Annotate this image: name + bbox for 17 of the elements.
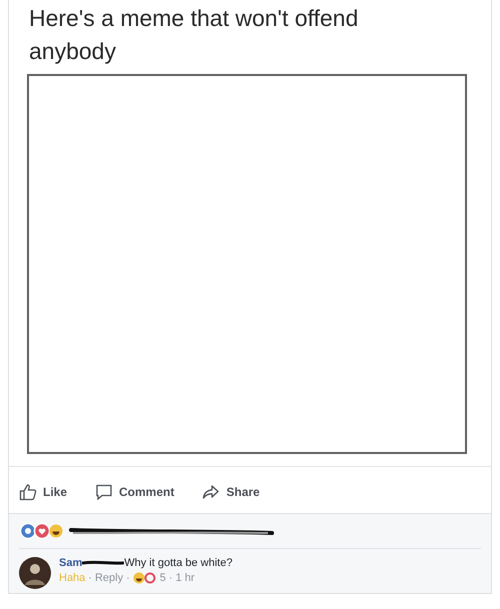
separator-dot: · — [168, 572, 173, 584]
thumbs-up-icon — [19, 483, 37, 501]
share-button[interactable]: Share — [202, 483, 260, 501]
like-button[interactable]: Like — [19, 483, 68, 501]
separator-dot: · — [88, 572, 92, 584]
speech-bubble-icon — [95, 483, 114, 501]
post-text: Here's a meme that won't offend anybody — [28, 4, 360, 66]
avatar — [19, 557, 51, 589]
comment-author[interactable]: Sam — [59, 557, 82, 569]
reaction-count: 5 — [160, 572, 166, 584]
comment-time: 1 hr — [176, 572, 195, 584]
share-arrow-icon — [202, 483, 220, 501]
comment-button[interactable]: Comment — [95, 483, 174, 501]
separator-dot: · — [126, 572, 130, 584]
redaction-scribble — [82, 559, 124, 567]
comment-text: Why it gotta be white? — [124, 557, 232, 569]
reaction-icons — [132, 572, 157, 584]
